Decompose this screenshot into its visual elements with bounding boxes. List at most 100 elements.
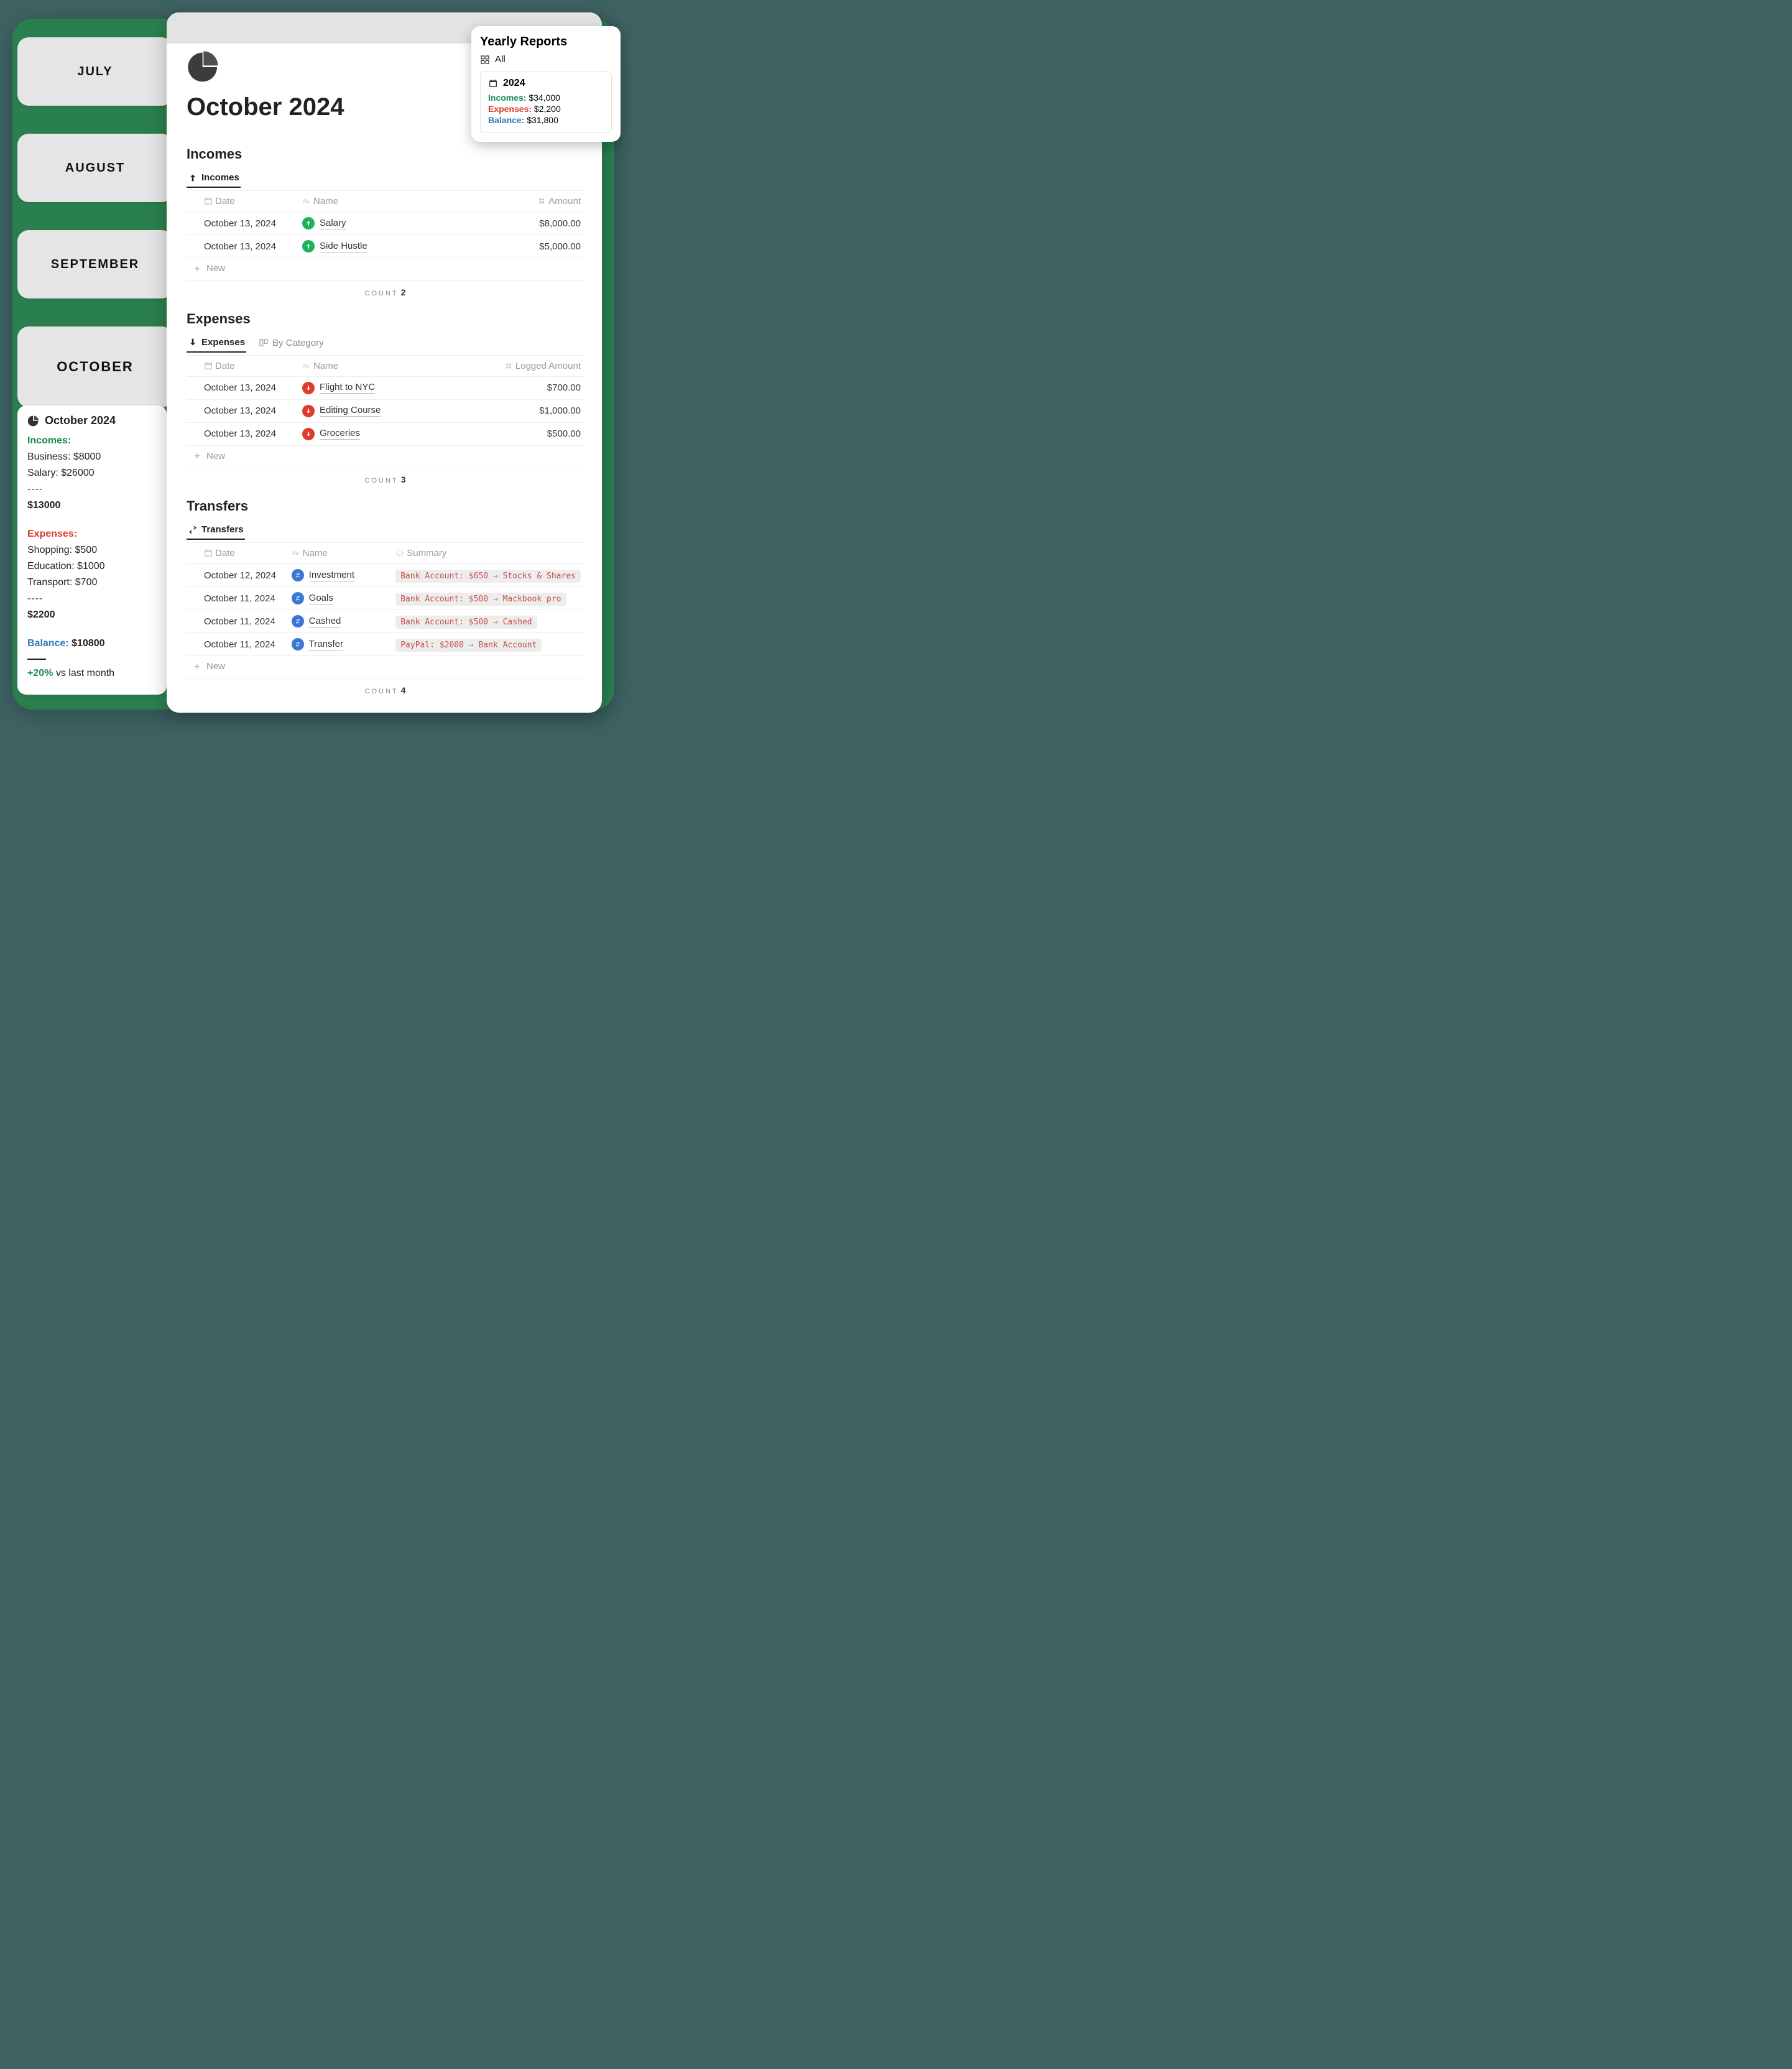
tab-by-category[interactable]: By Category — [257, 334, 325, 352]
yearly-reports-popover: Yearly Reports All 2024 Incomes: $34,000… — [471, 26, 621, 142]
new-label: New — [206, 661, 225, 672]
year-card-2024[interactable]: 2024 Incomes: $34,000 Expenses: $2,200 B… — [480, 71, 612, 133]
col-name: Name — [313, 361, 338, 371]
col-amount: Logged Amount — [515, 361, 581, 371]
separator: ---- — [27, 591, 157, 606]
table-row[interactable]: October 12, 2024InvestmentBank Account: … — [187, 564, 584, 587]
pct-change: +20% — [27, 668, 53, 678]
tab-label: Incomes — [201, 172, 239, 183]
cell-name: Goals — [288, 587, 392, 610]
incomes-label: Incomes: — [488, 93, 526, 103]
cell-date: October 13, 2024 — [187, 399, 298, 422]
cell-date: October 13, 2024 — [187, 376, 298, 399]
cell-date: October 13, 2024 — [187, 212, 298, 235]
cell-summary: PayPal: $2000 → Bank Account — [392, 633, 584, 656]
svg-text:Aa: Aa — [303, 198, 309, 204]
month-tab-october[interactable]: OCTOBER — [17, 326, 173, 407]
balance-value: $31,800 — [524, 115, 558, 125]
cell-name: Flight to NYC — [298, 376, 410, 399]
col-name: Name — [313, 196, 338, 206]
col-amount: Amount — [548, 196, 581, 206]
incomes-value: $34,000 — [526, 93, 560, 103]
calendar-icon — [204, 548, 213, 557]
text-icon: Aa — [292, 548, 300, 557]
svg-text:Aa: Aa — [292, 550, 298, 556]
table-row[interactable]: October 13, 2024Side Hustle$5,000.00 — [187, 235, 584, 258]
transfers-count: COUNT4 — [187, 679, 584, 698]
table-row[interactable]: October 13, 2024Groceries$500.00 — [187, 422, 584, 445]
incomes-count: COUNT2 — [187, 281, 584, 300]
month-tab-august[interactable]: AUGUST — [17, 134, 173, 202]
svg-text:Aa: Aa — [303, 363, 309, 368]
cell-summary: Bank Account: $650 → Stocks & Shares — [392, 564, 584, 587]
income-business: Business: $8000 — [27, 450, 157, 465]
tab-label: Expenses — [201, 337, 245, 348]
arrow-down-icon — [188, 337, 198, 347]
table-row[interactable]: October 11, 2024GoalsBank Account: $500 … — [187, 587, 584, 610]
cell-date: October 11, 2024 — [187, 633, 288, 656]
col-name: Name — [303, 548, 328, 558]
incomes-heading: Incomes — [187, 146, 584, 162]
cell-name: Salary — [298, 212, 410, 235]
calendar-icon — [204, 197, 213, 205]
add-row-button[interactable]: New — [193, 263, 225, 274]
pie-chart-icon — [187, 50, 221, 85]
text-icon: Aa — [302, 197, 311, 205]
arrow-down-icon — [302, 382, 315, 394]
cell-amount: $700.00 — [410, 376, 584, 399]
view-all[interactable]: All — [480, 54, 612, 65]
transfer-icon — [292, 592, 304, 604]
cell-date: October 13, 2024 — [187, 235, 298, 258]
col-date: Date — [215, 548, 235, 558]
transfer-icon — [292, 638, 304, 650]
expense-education: Education: $1000 — [27, 559, 157, 574]
year-label: 2024 — [503, 78, 525, 89]
tab-expenses[interactable]: Expenses — [187, 333, 246, 353]
table-row[interactable]: October 13, 2024Salary$8,000.00 — [187, 212, 584, 235]
text-icon: Aa — [302, 361, 311, 370]
vs-last-month: vs last month — [53, 668, 114, 678]
hash-icon — [504, 361, 513, 370]
tab-transfers[interactable]: Transfers — [187, 521, 245, 540]
balance-label: Balance: — [27, 638, 69, 649]
add-row-button[interactable]: New — [193, 451, 225, 461]
add-row-button[interactable]: New — [193, 661, 225, 672]
balance-label: Balance: — [488, 115, 524, 125]
tab-incomes[interactable]: Incomes — [187, 169, 241, 188]
new-label: New — [206, 451, 225, 461]
table-row[interactable]: October 11, 2024CashedBank Account: $500… — [187, 610, 584, 633]
summary-title: October 2024 — [45, 414, 116, 427]
expenses-label: Expenses: — [488, 104, 532, 114]
cell-summary: Bank Account: $500 → Mackbook pro — [392, 587, 584, 610]
pie-chart-icon — [27, 415, 40, 427]
cell-date: October 13, 2024 — [187, 422, 298, 445]
transfer-icon — [292, 615, 304, 627]
expense-transport: Transport: $700 — [27, 575, 157, 590]
transfers-table: Date Aa Name Summary October 12, 2024Inve… — [187, 542, 584, 679]
arrow-up-icon — [188, 173, 198, 183]
cell-name: Editing Course — [298, 399, 410, 422]
cell-date: October 11, 2024 — [187, 610, 288, 633]
table-row[interactable]: October 11, 2024TransferPayPal: $2000 → … — [187, 633, 584, 656]
arrow-up-icon — [302, 240, 315, 252]
arrow-down-icon — [302, 405, 315, 417]
col-date: Date — [215, 196, 235, 206]
income-total: $13000 — [27, 498, 157, 513]
month-tab-september[interactable]: SEPTEMBER — [17, 230, 173, 299]
arrow-up-icon — [302, 217, 315, 229]
cell-amount: $8,000.00 — [410, 212, 584, 235]
calendar-icon — [204, 361, 213, 370]
cell-amount: $5,000.00 — [410, 235, 584, 258]
expenses-label: Expenses: — [27, 529, 77, 539]
arrow-down-icon — [302, 428, 315, 440]
month-tab-july[interactable]: JULY — [17, 37, 173, 106]
cell-date: October 11, 2024 — [187, 587, 288, 610]
cell-name: Groceries — [298, 422, 410, 445]
table-row[interactable]: October 13, 2024Flight to NYC$700.00 — [187, 376, 584, 399]
table-row[interactable]: October 13, 2024Editing Course$1,000.00 — [187, 399, 584, 422]
transfers-heading: Transfers — [187, 498, 584, 514]
expenses-value: $2,200 — [532, 104, 561, 114]
calendar-icon — [488, 78, 498, 88]
expenses-count: COUNT3 — [187, 468, 584, 487]
col-summary: Summary — [407, 548, 446, 558]
